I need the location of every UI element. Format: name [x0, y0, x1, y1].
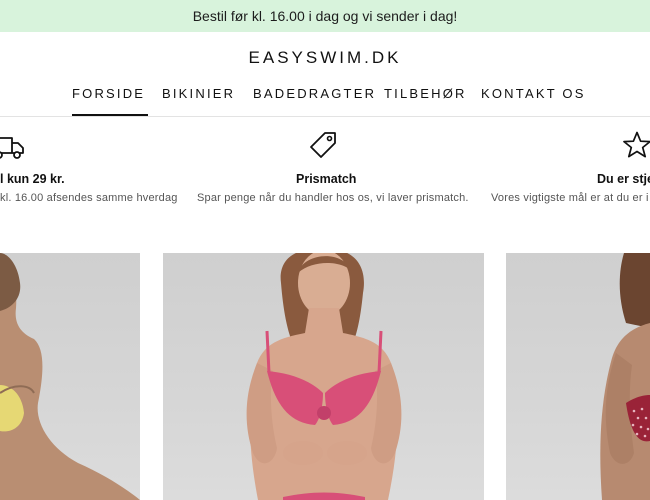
- product-image-polka-bikini: [600, 253, 650, 500]
- nav-item-forside[interactable]: FORSIDE: [72, 86, 149, 116]
- truck-icon: [0, 137, 24, 159]
- main-nav: FORSIDE BIKINIER BADEDRAGTER TILBEHØR KO…: [0, 86, 650, 117]
- usp-text: Spar penge når du handler hos os, vi lav…: [197, 192, 469, 204]
- product-image-yellow-bikini: [0, 253, 140, 500]
- site-logo[interactable]: EASYSWIM.DK: [0, 48, 650, 68]
- star-icon: [623, 131, 650, 158]
- usp-text: kl. 16.00 afsendes samme hverdag: [0, 192, 178, 204]
- price-tag-icon: [310, 132, 336, 158]
- nav-item-kontakt-os[interactable]: KONTAKT OS: [481, 86, 586, 101]
- product-card[interactable]: [506, 253, 650, 500]
- usp-text: Vores vigtigste mål er at du er i fo: [491, 192, 650, 204]
- nav-item-badedragter[interactable]: BADEDRAGTER: [253, 86, 376, 101]
- nav-item-tilbehor[interactable]: TILBEHØR: [384, 86, 467, 101]
- nav-item-bikinier[interactable]: BIKINIER: [162, 86, 235, 101]
- product-card[interactable]: [163, 253, 484, 500]
- site-header: EASYSWIM.DK FORSIDE BIKINIER BADEDRAGTER…: [0, 32, 650, 117]
- usp-title: Du er stjer: [597, 172, 650, 186]
- usp-title: l kun 29 kr.: [0, 172, 65, 186]
- product-image-pink-bikini: [246, 253, 402, 500]
- usp-row: l kun 29 kr. kl. 16.00 afsendes samme hv…: [0, 117, 650, 227]
- announcement-text: Bestil før kl. 16.00 i dag og vi sender …: [192, 8, 458, 24]
- usp-title: Prismatch: [296, 172, 357, 186]
- product-card[interactable]: [0, 253, 140, 500]
- announcement-bar: Bestil før kl. 16.00 i dag og vi sender …: [0, 0, 650, 32]
